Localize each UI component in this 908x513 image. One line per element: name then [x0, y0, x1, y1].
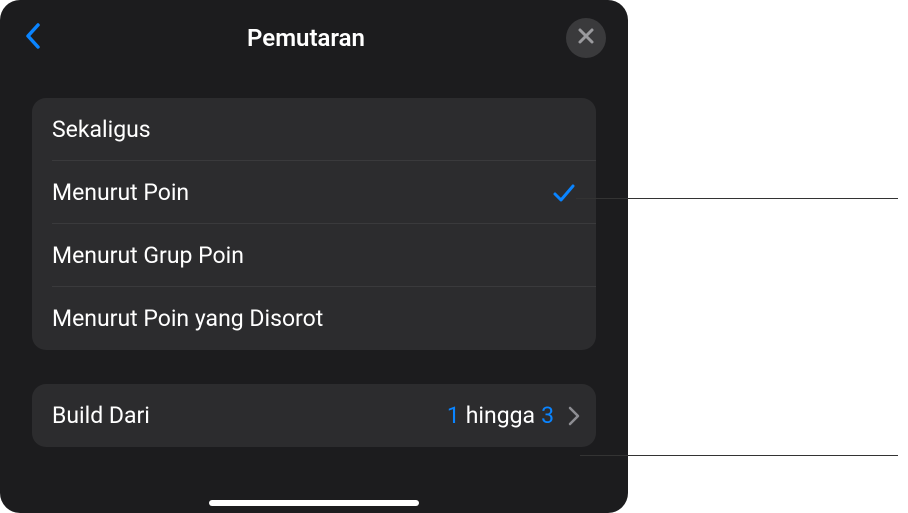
- playback-panel: Pemutaran Sekaligus Menurut Poin Menurut…: [0, 0, 628, 513]
- option-label: Menurut Poin yang Disorot: [52, 305, 323, 332]
- build-from-row[interactable]: Build Dari 1 hingga 3: [32, 384, 596, 447]
- close-icon: [577, 27, 595, 49]
- home-indicator: [209, 500, 419, 506]
- option-all-at-once[interactable]: Sekaligus: [32, 98, 596, 161]
- build-separator: hingga: [466, 402, 535, 429]
- build-from-value: 1 hingga 3: [447, 402, 582, 429]
- option-label: Sekaligus: [52, 116, 151, 143]
- option-by-bullet[interactable]: Menurut Poin: [32, 161, 596, 224]
- option-by-bullet-group[interactable]: Menurut Grup Poin: [32, 224, 596, 287]
- panel-header: Pemutaran: [0, 0, 628, 76]
- close-button[interactable]: [566, 18, 606, 58]
- option-label: Menurut Poin: [52, 179, 189, 206]
- back-button[interactable]: [18, 24, 46, 52]
- panel-title: Pemutaran: [46, 24, 566, 52]
- checkmark-icon: [552, 181, 576, 205]
- callout-line-2: [580, 455, 898, 456]
- build-from-label: Build Dari: [52, 402, 150, 429]
- option-label: Menurut Grup Poin: [52, 242, 244, 269]
- callout-line-1: [576, 198, 898, 199]
- delivery-options-group: Sekaligus Menurut Poin Menurut Grup Poin…: [32, 98, 596, 350]
- chevron-left-icon: [24, 22, 41, 54]
- option-by-highlighted-bullet[interactable]: Menurut Poin yang Disorot: [32, 287, 596, 350]
- chevron-right-icon: [568, 405, 582, 427]
- build-end-value: 3: [541, 402, 554, 429]
- build-start-value: 1: [447, 402, 460, 429]
